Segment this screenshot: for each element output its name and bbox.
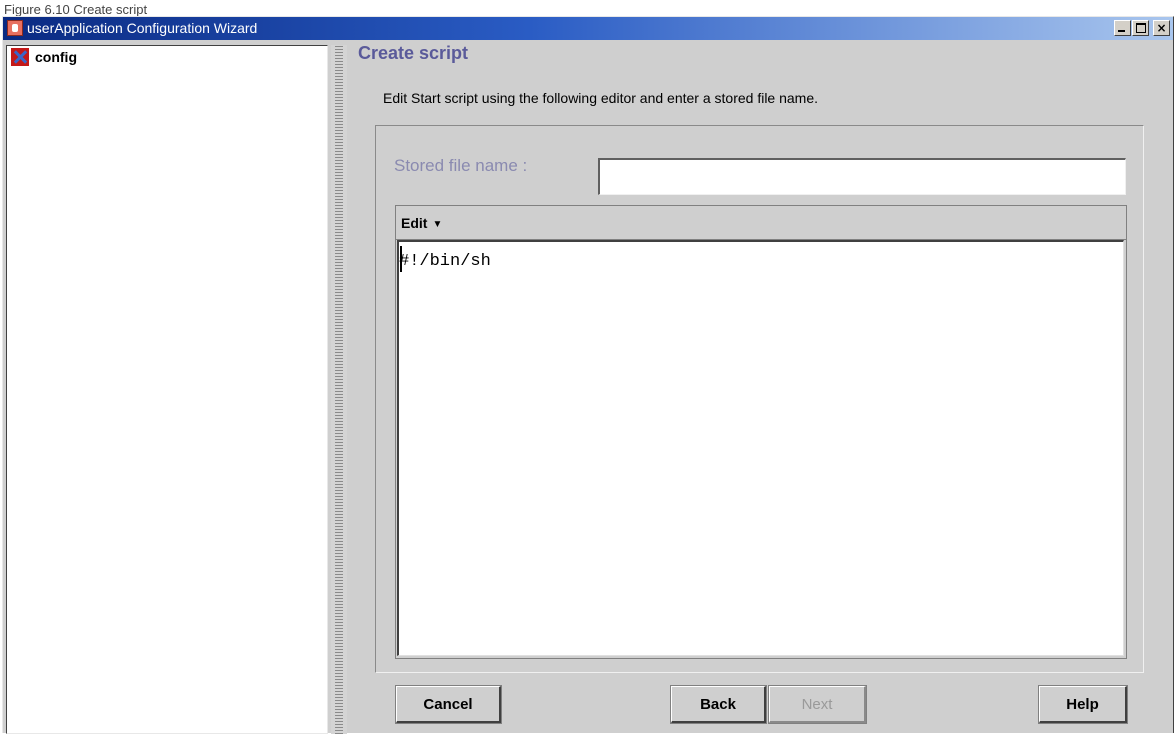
- title-bar[interactable]: userApplication Configuration Wizard ×: [3, 17, 1173, 40]
- back-button[interactable]: Back: [670, 685, 767, 724]
- script-text-area[interactable]: #!/bin/sh: [397, 240, 1124, 656]
- stored-file-name-label: Stored file name :: [394, 156, 528, 175]
- edit-menu-button[interactable]: Edit ▼: [401, 212, 442, 234]
- stored-file-name-input[interactable]: [598, 158, 1126, 195]
- script-editor: Edit ▼ #!/bin/sh: [395, 205, 1127, 659]
- cancel-button[interactable]: Cancel: [395, 685, 502, 724]
- config-icon: [11, 48, 29, 66]
- instruction-text: Edit Start script using the following ed…: [383, 90, 819, 106]
- minimize-icon: [1118, 30, 1125, 32]
- dropdown-arrow-icon: ▼: [432, 219, 443, 230]
- app-icon: [7, 20, 23, 36]
- window-title: userApplication Configuration Wizard: [27, 20, 258, 36]
- help-button[interactable]: Help: [1038, 685, 1128, 724]
- text-caret: [400, 246, 402, 272]
- maximize-button[interactable]: [1132, 20, 1149, 36]
- page-title: Create script: [358, 43, 469, 63]
- close-button[interactable]: ×: [1153, 20, 1170, 36]
- close-icon: ×: [1156, 21, 1167, 35]
- panel-splitter[interactable]: [331, 45, 347, 734]
- minimize-button[interactable]: [1114, 20, 1131, 36]
- config-tree-panel[interactable]: config: [6, 45, 328, 734]
- maximize-icon: [1136, 23, 1146, 33]
- tree-item-label: config: [35, 49, 77, 65]
- editor-toolbar: Edit ▼: [396, 206, 1126, 240]
- next-button[interactable]: Next: [768, 685, 867, 724]
- edit-menu-label: Edit: [401, 215, 428, 231]
